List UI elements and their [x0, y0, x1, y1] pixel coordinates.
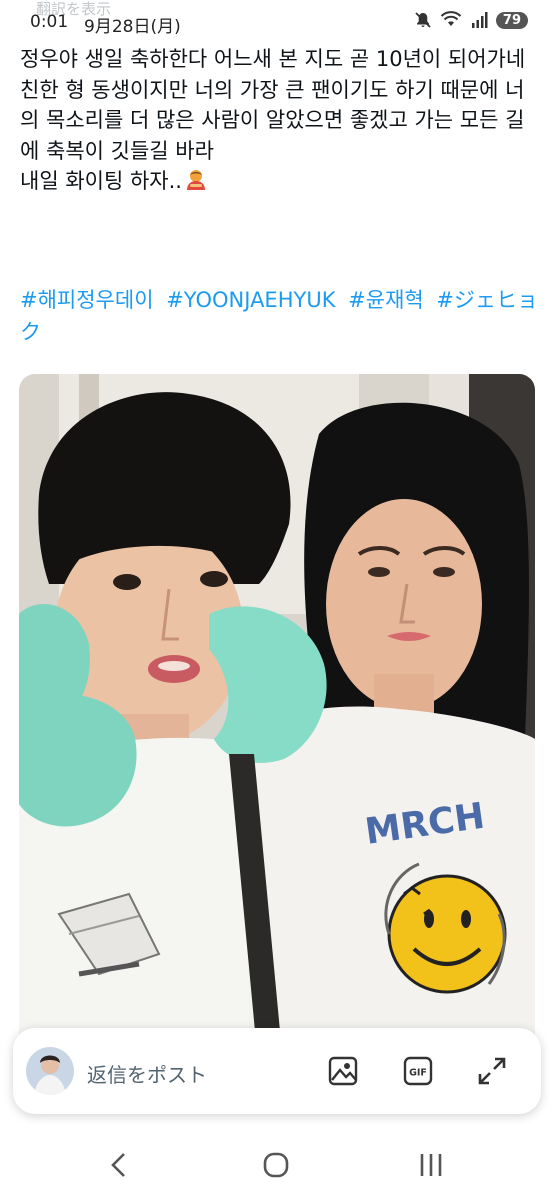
person-bowing-emoji — [186, 170, 205, 190]
hashtag-link[interactable]: #윤재혁 — [348, 288, 424, 312]
reply-input[interactable]: 返信をポスト — [87, 1059, 207, 1088]
back-icon[interactable] — [103, 1148, 137, 1182]
tweet-body: 정우야 생일 축하한다 어느새 본 지도 곧 10년이 되어가네 친한 형 동생… — [20, 44, 540, 197]
wifi-icon — [440, 11, 462, 26]
status-icons: 79 — [414, 11, 528, 29]
expand-icon[interactable] — [475, 1054, 509, 1088]
hashtag-link[interactable]: #YOONJAEHYUK — [166, 288, 335, 312]
gif-label: GIF — [409, 1068, 427, 1079]
tweet-photo[interactable]: MRCH — [19, 374, 535, 1074]
gif-icon[interactable]: GIF — [401, 1054, 435, 1088]
status-bar: 翻訳を表示 0:01 9月28日(月) 79 — [0, 0, 554, 40]
recent-apps-icon[interactable] — [414, 1148, 448, 1182]
system-nav-bar — [0, 1130, 554, 1200]
signal-icon — [471, 12, 488, 28]
mute-icon — [415, 12, 431, 28]
status-date: 9月28日(月) — [84, 17, 181, 37]
battery-badge: 79 — [495, 11, 528, 29]
reply-composer[interactable]: 返信をポスト GIF — [13, 1028, 541, 1114]
tweet-text: 정우야 생일 축하한다 어느새 본 지도 곧 10년이 되어가네 친한 형 동생… — [20, 47, 526, 193]
avatar[interactable] — [26, 1047, 74, 1095]
status-time: 0:01 — [30, 12, 69, 32]
home-icon[interactable] — [259, 1148, 293, 1182]
hashtag-link[interactable]: #해피정우데이 — [20, 288, 154, 312]
hashtag-list: #해피정우데이 #YOONJAEHYUK #윤재혁 #ジェヒョク — [20, 284, 540, 348]
selfie-illustration: MRCH — [19, 374, 535, 1074]
image-icon[interactable] — [326, 1054, 360, 1088]
